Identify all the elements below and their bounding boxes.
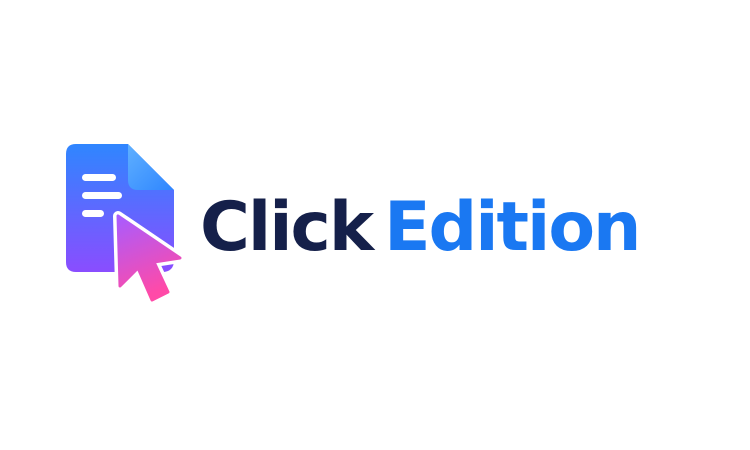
document-line-1	[82, 174, 116, 181]
document-fold	[128, 144, 174, 190]
document-cursor-icon	[66, 144, 185, 305]
brand-word-edition: Edition	[384, 188, 641, 267]
brand-logo: Click Edition	[66, 140, 690, 310]
document-line-3	[82, 210, 104, 217]
logo-canvas: Click Edition	[0, 0, 750, 450]
brand-wordmark: Click Edition	[200, 178, 641, 278]
brand-word-click: Click	[200, 188, 374, 267]
document-line-2	[82, 192, 122, 199]
